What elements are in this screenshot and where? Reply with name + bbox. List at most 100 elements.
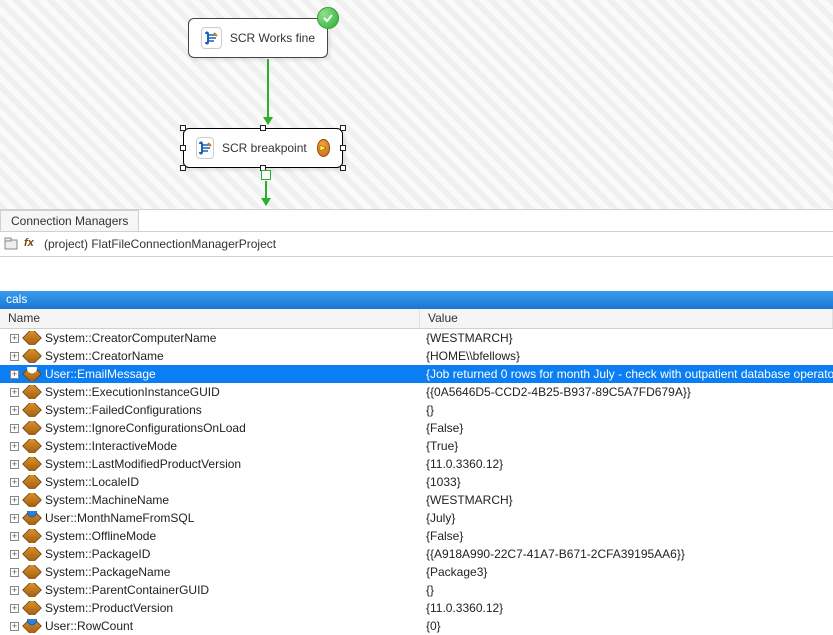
locals-row[interactable]: +System::InteractiveMode{True} <box>0 437 833 455</box>
variable-name: User::RowCount <box>45 619 133 633</box>
system-variable-icon <box>22 547 42 561</box>
variable-name-cell: + System::CreatorComputerName <box>0 331 420 345</box>
expander-icon[interactable]: + <box>10 514 19 523</box>
variable-name: System::IgnoreConfigurationsOnLoad <box>45 421 246 435</box>
precedence-constraint-arrow[interactable] <box>267 59 269 124</box>
task-scr-works-fine[interactable]: SCR Works fine <box>188 18 328 58</box>
precedence-constraint-arrow[interactable] <box>265 181 267 205</box>
locals-row[interactable]: +System::PackageID{{A918A990-22C7-41A7-B… <box>0 545 833 563</box>
column-header-value[interactable]: Value <box>420 309 833 328</box>
locals-row[interactable]: + System::MachineName {WESTMARCH} <box>0 491 833 509</box>
variable-name: System::LastModifiedProductVersion <box>45 457 241 471</box>
variable-value: {WESTMARCH} <box>420 331 833 345</box>
variable-name: User::EmailMessage <box>45 367 156 381</box>
variable-name-cell: +User::MonthNameFromSQL <box>0 511 420 525</box>
expander-icon[interactable]: + <box>10 334 19 343</box>
expander-icon[interactable]: + <box>10 424 19 433</box>
variable-value: {July} <box>420 511 833 525</box>
expander-icon[interactable]: + <box>10 352 19 361</box>
project-icon <box>4 237 18 251</box>
column-header-name[interactable]: Name <box>0 309 420 328</box>
locals-row[interactable]: +System::ProductVersion{11.0.3360.12} <box>0 599 833 617</box>
expander-icon[interactable]: + <box>10 496 19 505</box>
variable-name-cell: +System::LocaleID <box>0 475 420 489</box>
locals-row[interactable]: +User::MonthNameFromSQL{July} <box>0 509 833 527</box>
breakpoint-badge-icon <box>317 139 330 157</box>
variable-name: System::InteractiveMode <box>45 439 177 453</box>
variable-value: {Job returned 0 rows for month July - ch… <box>420 367 833 381</box>
variable-value: {False} <box>420 529 833 543</box>
connection-manager-toolbar: fx (project) FlatFileConnectionManagerPr… <box>0 232 833 257</box>
variable-value: {} <box>420 583 833 597</box>
expander-icon[interactable]: + <box>10 388 19 397</box>
system-variable-icon <box>22 349 42 363</box>
script-task-icon <box>196 137 214 159</box>
variable-value: {WESTMARCH} <box>420 493 833 507</box>
task-label: SCR breakpoint <box>222 141 307 155</box>
variable-name-cell: + System::PackageName <box>0 565 420 579</box>
variable-name: System::ExecutionInstanceGUID <box>45 385 220 399</box>
fx-icon: fx <box>24 237 38 251</box>
expander-icon[interactable]: + <box>10 370 19 379</box>
user-variable-icon <box>22 619 42 633</box>
user-variable-icon <box>22 367 42 381</box>
locals-row[interactable]: + System::LastModifiedProductVersion {11.0… <box>0 455 833 473</box>
variable-value: {11.0.3360.12} <box>420 457 833 471</box>
system-variable-icon <box>22 385 42 399</box>
system-variable-icon <box>22 475 42 489</box>
variable-name: System::PackageName <box>45 565 170 579</box>
locals-row[interactable]: + System::ExecutionInstanceGUID {{0A5646D5… <box>0 383 833 401</box>
variable-value: {Package3} <box>420 565 833 579</box>
variable-value: {0} <box>420 619 833 633</box>
system-variable-icon <box>22 421 42 435</box>
task-label: SCR Works fine <box>230 31 315 45</box>
system-variable-icon <box>22 583 42 597</box>
variable-value: {HOME\\bfellows} <box>420 349 833 363</box>
locals-row[interactable]: +System::FailedConfigurations{} <box>0 401 833 419</box>
locals-row[interactable]: + User::RowCount {0} <box>0 617 833 635</box>
expander-icon[interactable]: + <box>10 550 19 559</box>
bottom-tab-bar: Connection Managers <box>0 210 833 232</box>
expander-icon[interactable]: + <box>10 532 19 541</box>
user-variable-icon <box>22 511 42 525</box>
locals-row[interactable]: + User::EmailMessage {Job returned 0 rows … <box>0 365 833 383</box>
system-variable-icon <box>22 331 42 345</box>
expander-icon[interactable]: + <box>10 406 19 415</box>
variable-name-cell: + System::IgnoreConfigurationsOnLoad <box>0 421 420 435</box>
expander-icon[interactable]: + <box>10 568 19 577</box>
expander-icon[interactable]: + <box>10 460 19 469</box>
locals-row[interactable]: + System::IgnoreConfigurationsOnLoad {Fals… <box>0 419 833 437</box>
system-variable-icon <box>22 439 42 453</box>
tab-connection-managers[interactable]: Connection Managers <box>0 210 139 231</box>
ssis-design-canvas[interactable]: SCR Works fine SCR breakpoint <box>0 0 833 210</box>
variable-value: {False} <box>420 421 833 435</box>
variable-name: System::ParentContainerGUID <box>45 583 209 597</box>
variable-name: System::PackageID <box>45 547 150 561</box>
variable-name-cell: + System::LastModifiedProductVersion <box>0 457 420 471</box>
locals-row[interactable]: +System::LocaleID{1033} <box>0 473 833 491</box>
expander-icon[interactable]: + <box>10 586 19 595</box>
variable-name-cell: + System::ParentContainerGUID <box>0 583 420 597</box>
task-scr-breakpoint[interactable]: SCR breakpoint <box>183 128 343 168</box>
variable-name: System::MachineName <box>45 493 169 507</box>
breadcrumb-text: (project) FlatFileConnectionManagerProje… <box>44 237 276 251</box>
locals-row[interactable]: + System::ParentContainerGUID {} <box>0 581 833 599</box>
expander-icon[interactable]: + <box>10 478 19 487</box>
success-badge-icon <box>317 7 339 29</box>
expander-icon[interactable]: + <box>10 442 19 451</box>
variable-name: System::CreatorComputerName <box>45 331 216 345</box>
locals-row[interactable]: + System::CreatorComputerName {WESTMARCH} <box>0 329 833 347</box>
locals-row[interactable]: + System::CreatorName {HOME\\bfellows} <box>0 347 833 365</box>
variable-value: {1033} <box>420 475 833 489</box>
locals-panel-title: cals <box>0 291 833 309</box>
variable-value: {{0A5646D5-CCD2-4B25-B937-89C5A7FD679A}} <box>420 385 833 399</box>
connector-stub-icon <box>261 170 271 180</box>
variable-name: System::FailedConfigurations <box>45 403 202 417</box>
locals-row[interactable]: + System::OfflineMode {False} <box>0 527 833 545</box>
locals-row[interactable]: + System::PackageName {Package3} <box>0 563 833 581</box>
variable-name-cell: + User::EmailMessage <box>0 367 420 381</box>
variable-name: System::CreatorName <box>45 349 164 363</box>
expander-icon[interactable]: + <box>10 622 19 631</box>
expander-icon[interactable]: + <box>10 604 19 613</box>
variable-name: System::OfflineMode <box>45 529 156 543</box>
